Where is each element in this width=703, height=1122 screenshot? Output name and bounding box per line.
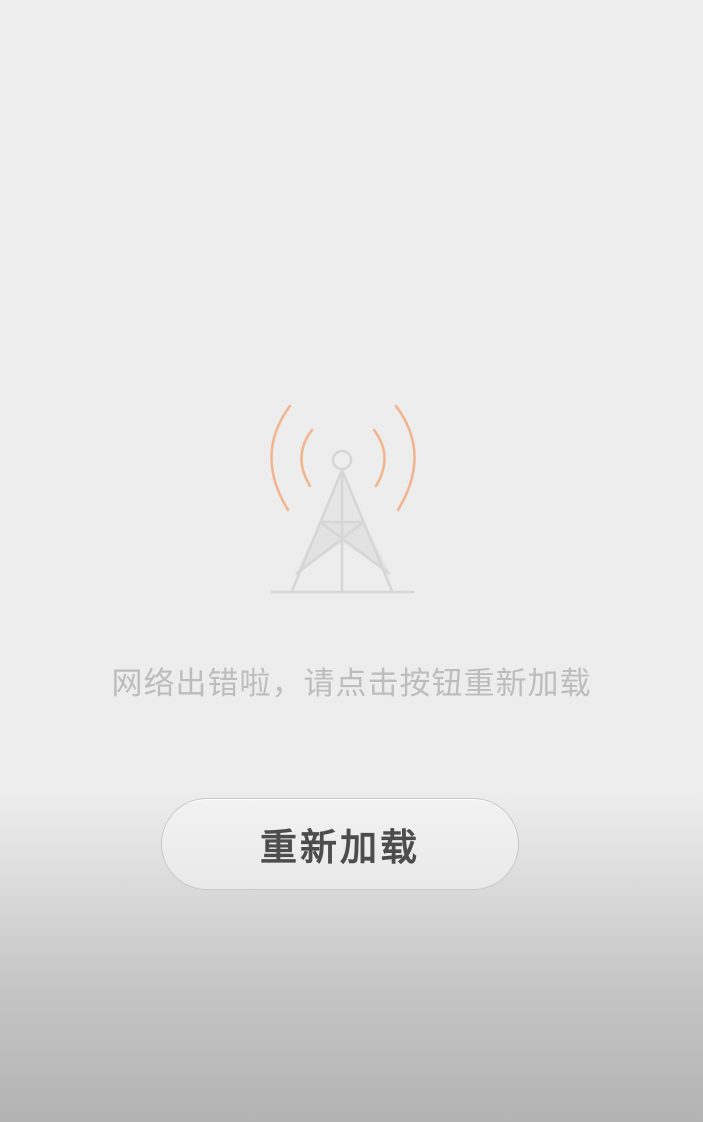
signal-tower-icon: [262, 398, 424, 598]
reload-button[interactable]: 重新加载: [161, 798, 519, 890]
error-message: 网络出错啦，请点击按钮重新加载: [111, 666, 592, 702]
reload-button-label: 重新加载: [260, 826, 420, 869]
